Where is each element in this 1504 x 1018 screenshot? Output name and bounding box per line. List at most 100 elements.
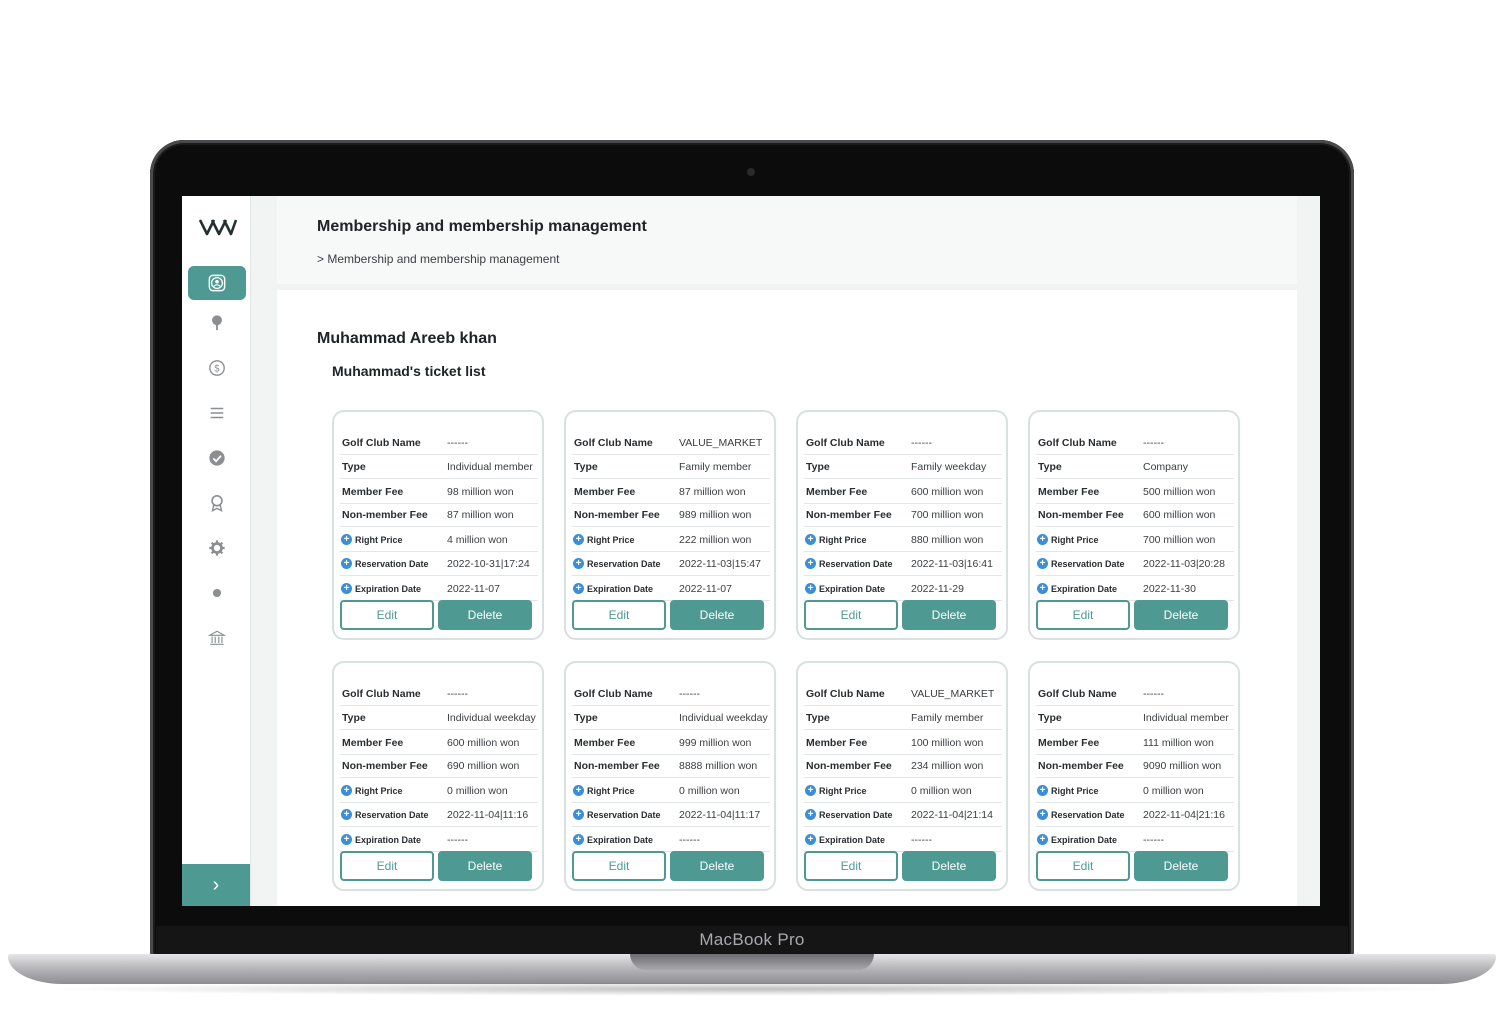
plus-circle-icon[interactable]: + [341,785,352,796]
reservation-date-label: Reservation Date [587,810,661,820]
reservation-date-label: Reservation Date [1051,559,1125,569]
sidebar-item-members[interactable] [188,266,246,300]
delete-button[interactable]: Delete [902,600,996,630]
plus-circle-icon[interactable]: + [573,834,584,845]
sidebar-item-list[interactable] [188,396,246,430]
sidebar-item-golf[interactable] [188,306,246,340]
plus-circle-icon[interactable]: + [341,558,352,569]
ticket-row-right-price: + Right Price 0 million won [572,778,770,803]
reservation-date-value: 2022-11-04|11:16 [447,809,529,821]
breadcrumb[interactable]: > Membership and membership management [317,252,559,266]
plus-circle-icon[interactable]: + [1037,534,1048,545]
plus-circle-icon[interactable]: + [341,809,352,820]
plus-circle-icon[interactable]: + [341,583,352,594]
non-member-fee-value: 690 million won [447,760,520,772]
delete-button[interactable]: Delete [670,851,764,881]
golf-club-name-label: Golf Club Name [342,688,421,700]
sidebar-item-payments[interactable]: $ [188,351,246,385]
type-label: Type [342,712,366,724]
award-icon [211,494,223,512]
plus-circle-icon[interactable]: + [573,558,584,569]
plus-circle-icon[interactable]: + [805,558,816,569]
ticket-row-reservation-date: + Reservation Date 2022-11-04|11:16 [340,802,538,827]
delete-button[interactable]: Delete [1134,600,1228,630]
dollar-icon: $ [209,360,225,376]
plus-circle-icon[interactable]: + [1037,834,1048,845]
plus-circle-icon[interactable]: + [573,534,584,545]
ticket-row-member-fee: Member Fee 100 million won [804,730,1002,755]
plus-circle-icon[interactable]: + [573,583,584,594]
sidebar-item-awards[interactable] [188,486,246,520]
plus-circle-icon[interactable]: + [1037,583,1048,594]
ticket-row-member-fee: Member Fee 999 million won [572,730,770,755]
member-fee-label: Member Fee [1038,737,1100,749]
expiration-date-value: 2022-11-30 [1143,583,1196,595]
plus-circle-icon[interactable]: + [341,834,352,845]
plus-circle-icon[interactable]: + [805,834,816,845]
ticket-row-golf-club-name: Golf Club Name ------ [340,430,538,455]
sidebar-item-bank[interactable] [188,621,246,655]
plus-circle-icon[interactable]: + [573,809,584,820]
plus-circle-icon[interactable]: + [1037,785,1048,796]
ticket-row-type: Type Individual member [340,454,538,479]
ticket-row-reservation-date: + Reservation Date 2022-11-03|20:28 [1036,551,1234,576]
golf-club-name-value: ------ [447,688,468,700]
member-fee-label: Member Fee [574,486,636,498]
expiration-date-value: 2022-11-07 [447,583,500,595]
ticket-row-type: Type Family weekday [804,454,1002,479]
sidebar-item-dot[interactable] [188,576,246,610]
ticket-row-expiration-date: + Expiration Date 2022-11-30 [1036,576,1234,601]
type-label: Type [342,461,366,473]
ticket-row-type: Type Individual member [1036,705,1234,730]
edit-button[interactable]: Edit [572,851,666,881]
member-fee-value: 111 million won [1143,737,1214,749]
right-price-label: Right Price [355,786,403,796]
type-value: Individual weekday [447,712,536,724]
edit-button[interactable]: Edit [804,600,898,630]
ticket-card: Golf Club Name ------ Type Individual membe… [332,410,544,640]
sidebar-expand-button[interactable]: › [182,864,250,906]
logo-icon[interactable] [198,214,238,238]
sidebar-item-settings[interactable] [188,531,246,565]
ticket-row-member-fee: Member Fee 87 million won [572,479,770,504]
reservation-date-label: Reservation Date [819,810,893,820]
right-price-value: 222 million won [679,534,752,546]
edit-button[interactable]: Edit [1036,600,1130,630]
ticket-card: Golf Club Name ------ Type Company Member Fe… [1028,410,1240,640]
golf-club-name-label: Golf Club Name [342,437,421,449]
non-member-fee-value: 700 million won [911,509,984,521]
right-price-label: Right Price [1051,535,1099,545]
delete-button[interactable]: Delete [670,600,764,630]
delete-button[interactable]: Delete [438,851,532,881]
sidebar-item-approvals[interactable] [188,441,246,475]
expiration-date-label: Expiration Date [819,835,886,845]
edit-button[interactable]: Edit [1036,851,1130,881]
plus-circle-icon[interactable]: + [341,534,352,545]
page-header: Membership and membership management > M… [277,196,1297,284]
non-member-fee-value: 600 million won [1143,509,1216,521]
ticket-row-non-member-fee: Non-member Fee 9090 million won [1036,753,1234,778]
type-value: Individual weekday [679,712,768,724]
gear-icon [209,540,225,556]
plus-circle-icon[interactable]: + [805,534,816,545]
plus-circle-icon[interactable]: + [573,785,584,796]
plus-circle-icon[interactable]: + [1037,558,1048,569]
edit-button[interactable]: Edit [340,600,434,630]
ticket-card: Golf Club Name ------ Type Individual membe… [1028,661,1240,891]
member-fee-value: 999 million won [679,737,752,749]
bank-icon [208,630,226,645]
edit-button[interactable]: Edit [340,851,434,881]
plus-circle-icon[interactable]: + [1037,809,1048,820]
ticket-row-reservation-date: + Reservation Date 2022-11-04|11:17 [572,802,770,827]
expiration-date-label: Expiration Date [355,835,422,845]
delete-button[interactable]: Delete [902,851,996,881]
expiration-date-label: Expiration Date [355,584,422,594]
plus-circle-icon[interactable]: + [805,809,816,820]
edit-button[interactable]: Edit [804,851,898,881]
delete-button[interactable]: Delete [1134,851,1228,881]
delete-button[interactable]: Delete [438,600,532,630]
plus-circle-icon[interactable]: + [805,785,816,796]
edit-button[interactable]: Edit [572,600,666,630]
ticket-row-expiration-date: + Expiration Date ------ [1036,827,1234,852]
plus-circle-icon[interactable]: + [805,583,816,594]
